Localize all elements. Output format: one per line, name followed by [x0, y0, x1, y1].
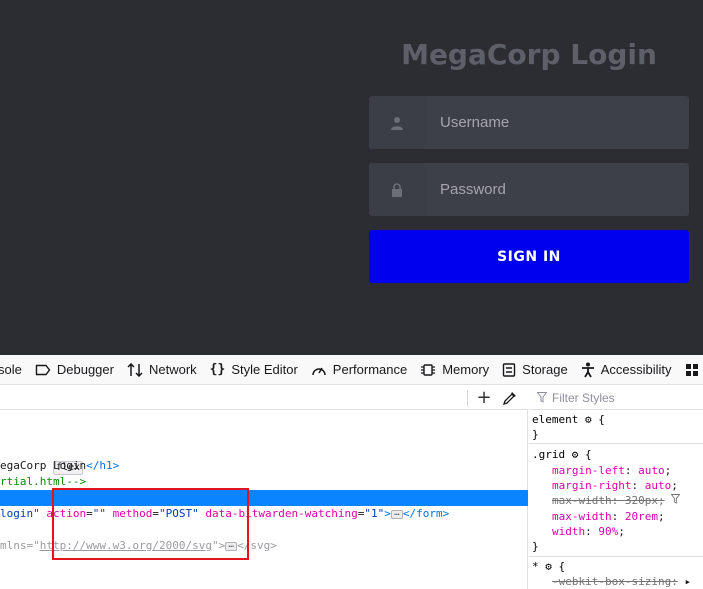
- decl-max-width[interactable]: max-width: 20rem;: [552, 509, 665, 524]
- comment-text: rtial.html-->: [0, 475, 87, 488]
- svg-collapsed-ellipsis[interactable]: …: [225, 540, 238, 551]
- debugger-icon: [35, 364, 51, 376]
- password-field[interactable]: Password: [369, 163, 689, 216]
- tab-style-editor-label: Style Editor: [231, 362, 298, 377]
- markup-line-h1[interactable]: egaCorp Login</h1>: [0, 458, 528, 474]
- grid-rule-close: }: [532, 540, 539, 553]
- tab-performance[interactable]: Performance: [305, 355, 414, 384]
- element-rule-close: }: [532, 428, 539, 441]
- inspector-toolbar: +: [0, 386, 528, 410]
- svg-xmlns-link[interactable]: http://www.w3.org/2000/svg: [40, 539, 212, 552]
- collapsed-ellipsis[interactable]: …: [390, 508, 403, 519]
- tab-accessibility[interactable]: Accessibility: [575, 355, 679, 384]
- tab-performance-label: Performance: [332, 362, 408, 377]
- markup-line-selected[interactable]: [0, 490, 528, 506]
- form-class-value: login": [0, 507, 40, 520]
- markup-line-svg[interactable]: mlns="http://www.w3.org/2000/svg">… </svg…: [0, 538, 528, 554]
- username-placeholder: Username: [440, 114, 510, 131]
- rule-divider-2: [529, 556, 703, 557]
- star-rule-header: * ⚙ {: [532, 560, 566, 573]
- tab-storage[interactable]: Storage: [496, 355, 575, 384]
- eyedropper-icon[interactable]: [502, 390, 517, 409]
- filter-icon: [536, 388, 548, 407]
- tab-more-tools[interactable]: [679, 355, 703, 384]
- form-action-value: "": [92, 507, 106, 520]
- password-placeholder: Password: [440, 181, 506, 198]
- password-input[interactable]: Password: [425, 163, 689, 216]
- star-selector: *: [532, 560, 539, 573]
- sign-in-label: SIGN IN: [497, 248, 561, 265]
- tab-console-label: sole: [0, 362, 22, 377]
- form-method-attr: method: [112, 507, 153, 520]
- decl-margin-left[interactable]: margin-left: auto;: [552, 463, 671, 478]
- form-close-tag: </form>: [402, 507, 450, 520]
- filter-placeholder: Filter Styles: [552, 390, 615, 405]
- element-rule-gear-icon[interactable]: ⚙: [585, 413, 592, 426]
- grid-rule-header: .grid ⚙ {: [532, 448, 592, 461]
- tab-console[interactable]: sole: [0, 355, 29, 384]
- tab-debugger-label: Debugger: [56, 362, 114, 377]
- rules-list: element ⚙ { } .grid ⚙ { margin-left: aut…: [529, 410, 703, 589]
- performance-icon: [311, 363, 327, 377]
- tab-storage-label: Storage: [522, 362, 568, 377]
- user-icon: [369, 96, 425, 149]
- form-bitwarden-value: "1": [364, 507, 385, 520]
- login-title: MegaCorp Login: [401, 38, 657, 71]
- style-editor-icon: {}: [209, 362, 226, 377]
- star-rule-gear-icon[interactable]: ⚙: [545, 560, 552, 573]
- grid-selector: .grid: [532, 448, 566, 461]
- username-field[interactable]: Username: [369, 96, 689, 149]
- decl-webkit-box-sizing[interactable]: -webkit-box-sizing: ▸: [552, 574, 691, 589]
- memory-icon: [420, 363, 436, 377]
- overridden-filter-icon[interactable]: [670, 494, 681, 507]
- h1-close-tag: </h1>: [86, 459, 120, 472]
- accessibility-icon: [581, 362, 595, 378]
- markup-line-form[interactable]: login" action="" method="POST" data-bitw…: [0, 506, 528, 522]
- login-page: MegaCorp Login Username Password SIGN IN: [0, 0, 703, 355]
- tab-memory-label: Memory: [442, 362, 490, 377]
- decl-max-width-overridden[interactable]: max-width: 320px;: [552, 493, 681, 508]
- storage-icon: [502, 362, 516, 377]
- svg-xmlns-attr: mlns=": [0, 539, 40, 552]
- markup-line-grid[interactable]: flex: [0, 443, 528, 475]
- element-rule-header: element ⚙ {: [532, 413, 605, 426]
- h1-text: egaCorp Login: [0, 459, 87, 472]
- rules-view: Filter Styles element ⚙ { } .grid ⚙ { ma…: [529, 386, 703, 589]
- svg-close-tag: </svg>: [237, 539, 277, 552]
- grid-rule-gear-icon[interactable]: ⚙: [572, 448, 579, 461]
- username-input[interactable]: Username: [425, 96, 689, 149]
- tab-memory[interactable]: Memory: [414, 355, 496, 384]
- tab-network[interactable]: Network: [121, 355, 204, 384]
- filter-styles-input[interactable]: Filter Styles: [529, 386, 703, 410]
- tab-debugger[interactable]: Debugger: [29, 355, 121, 384]
- more-tools-icon: [685, 363, 699, 377]
- network-icon: [127, 362, 143, 377]
- toolbar-divider: [467, 390, 468, 406]
- markup-line-comment[interactable]: rtial.html-->: [0, 474, 528, 490]
- devtools-tabbar: sole Debugger Network {} Style Editor Pe…: [0, 355, 703, 385]
- form-bitwarden-attr: data-bitwarden-watching: [205, 507, 358, 520]
- sign-in-button[interactable]: SIGN IN: [369, 230, 689, 283]
- lock-icon: [369, 163, 425, 216]
- tab-network-label: Network: [148, 362, 197, 377]
- form-action-attr: action: [46, 507, 87, 520]
- tab-accessibility-label: Accessibility: [600, 362, 672, 377]
- devtools-panel: sole Debugger Network {} Style Editor Pe…: [0, 355, 703, 589]
- decl-margin-right[interactable]: margin-right: auto;: [552, 478, 678, 493]
- tab-style-editor[interactable]: {} Style Editor: [204, 355, 305, 384]
- add-node-icon[interactable]: +: [476, 388, 492, 408]
- markup-view: + flex egaCorp Login</h1> rtial.html--> …: [0, 386, 528, 589]
- form-method-value: "POST": [159, 507, 199, 520]
- decl-width[interactable]: width: 90%;: [552, 524, 625, 539]
- element-selector: element: [532, 413, 579, 426]
- rule-divider: [529, 443, 703, 444]
